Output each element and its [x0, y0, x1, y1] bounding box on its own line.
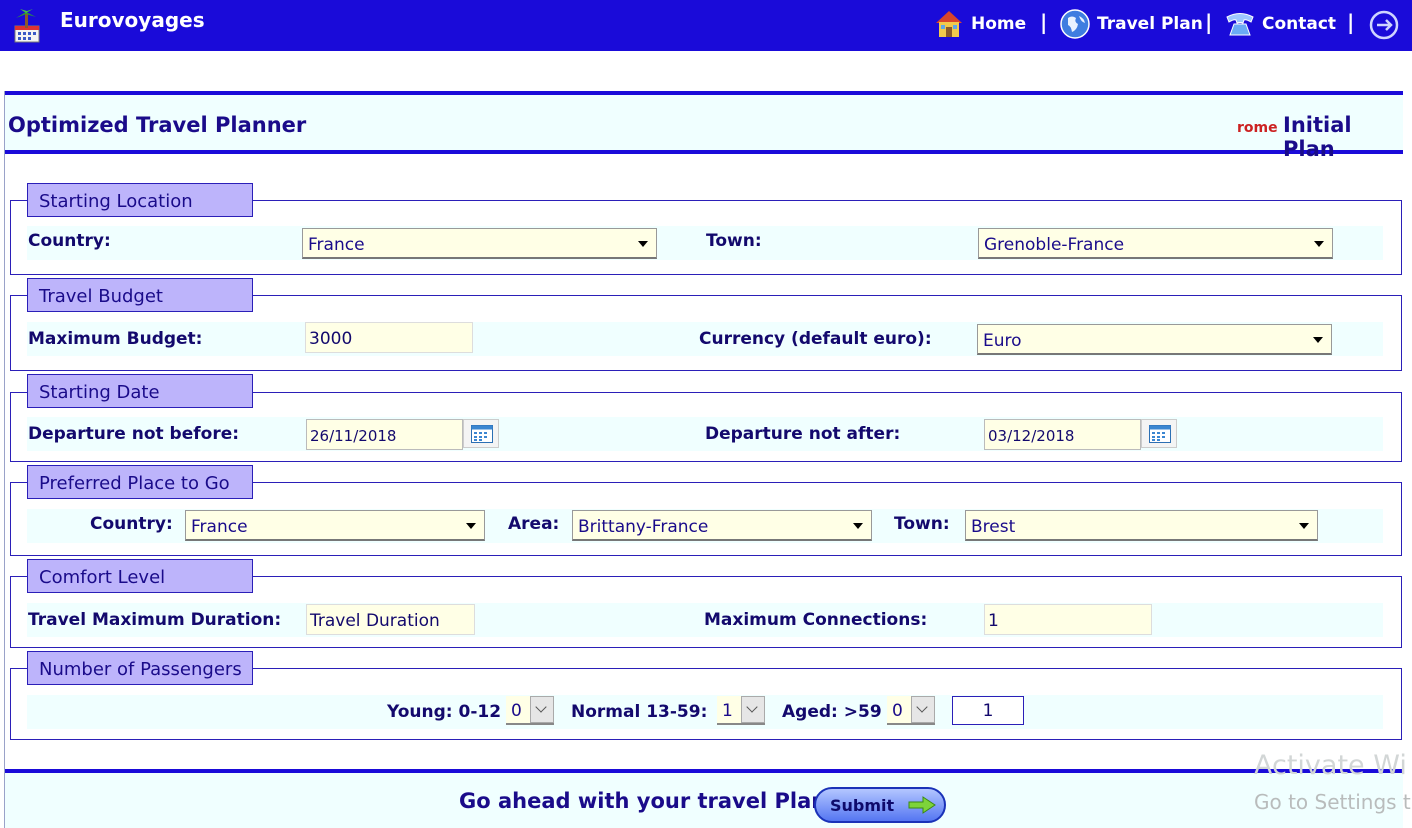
submit-button[interactable]: Submit — [814, 787, 946, 823]
start-town-select[interactable]: Grenoble-France — [978, 228, 1333, 259]
calendar-button[interactable] — [463, 419, 499, 448]
start-country-select[interactable]: France — [302, 228, 657, 259]
preferred-town-label: Town: — [894, 514, 950, 534]
starting-location-row: Country: France Town: Grenoble-France — [27, 226, 1383, 260]
maximum-budget-label: Maximum Budget: — [28, 329, 203, 349]
arrow-right-icon — [908, 796, 936, 814]
preferred-country-value: France — [191, 517, 248, 537]
aged-label: Aged: >59 — [782, 702, 882, 722]
calendar-button[interactable] — [1141, 419, 1177, 448]
departure-not-after-label: Departure not after: — [705, 424, 901, 444]
house-icon — [933, 8, 965, 40]
chevron-down-icon — [466, 523, 476, 529]
submit-label: Submit — [830, 796, 895, 815]
currency-label: Currency (default euro): — [699, 329, 932, 349]
logout-icon[interactable] — [1368, 9, 1400, 45]
chevron-down-icon — [1314, 241, 1324, 247]
activation-watermark-title: Activate Wi — [1254, 750, 1407, 781]
departure-not-after-input[interactable]: 03/12/2018 — [984, 419, 1141, 450]
nav-home-label: Home — [971, 14, 1027, 34]
total-passengers-box: 1 — [952, 696, 1024, 725]
calendar-icon — [471, 425, 493, 443]
travel-planner-panel: Optimized Travel Planner rome Initial Pl… — [4, 91, 1403, 828]
chevron-down-icon — [1299, 523, 1309, 529]
normal-count-select[interactable]: 1 — [717, 696, 765, 725]
travel-duration-input[interactable]: Travel Duration — [306, 604, 475, 635]
chevron-down-icon — [530, 696, 554, 723]
passengers-row: Young: 0-12 0 Normal 13-59: 1 Aged: >59 … — [27, 695, 1383, 729]
young-count-value: 0 — [511, 701, 522, 721]
area-label: Area: — [508, 514, 560, 534]
preferred-town-select[interactable]: Brest — [965, 510, 1318, 541]
nav-contact[interactable]: Contact — [1224, 8, 1336, 40]
preferred-place-row: Country: France Area: Brittany-France To… — [27, 509, 1383, 543]
comfort-level-row: Travel Maximum Duration: Travel Duration… — [27, 603, 1383, 637]
chevron-down-icon — [853, 523, 863, 529]
chevron-down-icon — [911, 696, 935, 723]
nav-travel-plan-label: Travel Plan — [1097, 14, 1203, 34]
departure-not-before-label: Departure not before: — [28, 424, 240, 444]
preferred-town-value: Brest — [971, 517, 1016, 537]
legend-number-of-passengers: Number of Passengers — [27, 651, 253, 685]
departure-not-before-input[interactable]: 26/11/2018 — [306, 419, 463, 450]
chevron-down-icon — [741, 696, 765, 723]
legend-travel-budget: Travel Budget — [27, 278, 253, 312]
travel-maximum-duration-label: Travel Maximum Duration: — [28, 610, 282, 630]
town-label: Town: — [706, 231, 762, 251]
plan-label: Initial Plan — [1283, 113, 1352, 161]
start-town-value: Grenoble-France — [984, 235, 1125, 255]
username-label: rome — [1237, 120, 1278, 136]
legend-comfort-level: Comfort Level — [27, 559, 253, 593]
currency-value: Euro — [983, 331, 1022, 351]
normal-count-value: 1 — [722, 701, 733, 721]
area-select[interactable]: Brittany-France — [572, 510, 872, 541]
country-label: Country: — [28, 231, 111, 251]
area-value: Brittany-France — [578, 517, 709, 537]
normal-label: Normal 13-59: — [571, 702, 708, 722]
page-title: Optimized Travel Planner — [8, 113, 307, 137]
young-label: Young: 0-12 — [387, 702, 502, 722]
panel-header: Optimized Travel Planner rome Initial Pl… — [5, 91, 1403, 161]
maximum-connections-label: Maximum Connections: — [704, 610, 928, 630]
top-navigation-bar: Eurovoyages Home | Travel Plan | Contact… — [0, 0, 1412, 51]
young-count-select[interactable]: 0 — [506, 696, 554, 725]
nav-separator: | — [1205, 10, 1213, 34]
nav-home[interactable]: Home — [933, 8, 1026, 40]
nav-contact-label: Contact — [1262, 14, 1337, 34]
aged-count-select[interactable]: 0 — [887, 696, 935, 725]
maximum-budget-input[interactable]: 3000 — [305, 322, 473, 353]
go-ahead-prompt: Go ahead with your travel Plan — [459, 789, 827, 813]
activation-watermark-subtitle: Go to Settings t — [1254, 790, 1411, 814]
phone-icon — [1224, 8, 1256, 40]
currency-select[interactable]: Euro — [977, 324, 1332, 355]
start-country-value: France — [308, 235, 365, 255]
nav-travel-plan[interactable]: Travel Plan — [1059, 8, 1203, 40]
brand-name[interactable]: Eurovoyages — [60, 8, 205, 32]
maximum-connections-input[interactable]: 1 — [984, 604, 1152, 635]
submit-footer: Go ahead with your travel Plan Submit — [5, 769, 1403, 828]
nav-separator: | — [1347, 10, 1355, 34]
globe-icon — [1059, 8, 1091, 40]
aged-count-value: 0 — [892, 701, 903, 721]
preferred-country-select[interactable]: France — [185, 510, 485, 541]
legend-starting-location: Starting Location — [27, 183, 253, 217]
chevron-down-icon — [1313, 337, 1323, 343]
legend-starting-date: Starting Date — [27, 374, 253, 408]
legend-preferred-place: Preferred Place to Go — [27, 465, 253, 499]
starting-date-row: Departure not before: 26/11/2018 Departu… — [27, 417, 1383, 451]
chevron-down-icon — [638, 241, 648, 247]
preferred-country-label: Country: — [90, 514, 173, 534]
palm-tree-calendar-icon — [12, 8, 42, 44]
travel-budget-row: Maximum Budget: 3000 Currency (default e… — [27, 322, 1383, 356]
calendar-icon — [1149, 425, 1171, 443]
nav-separator: | — [1040, 10, 1048, 34]
